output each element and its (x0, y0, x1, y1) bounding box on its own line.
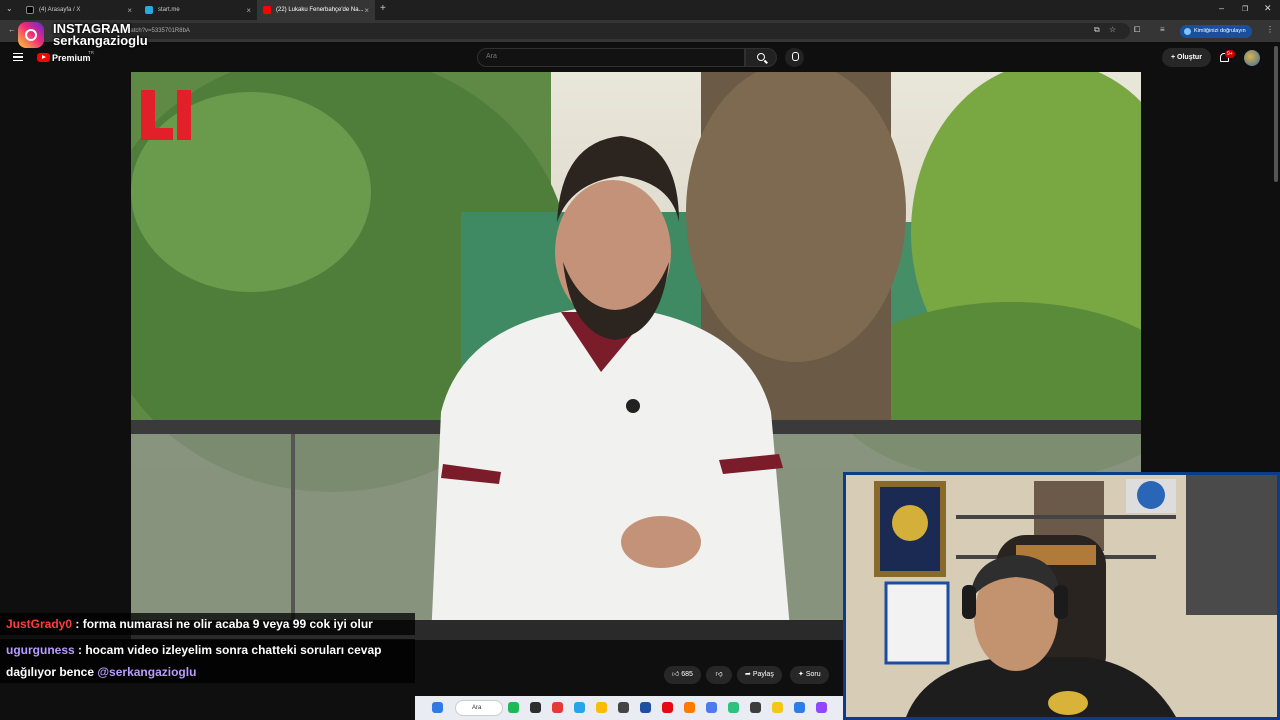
page-scrollbar[interactable] (1274, 46, 1278, 182)
chat-mention: @serkangazioglu (97, 665, 197, 679)
youtube-premium-label[interactable]: Premium (52, 53, 91, 63)
thumbs-down-icon: 👎︎ (715, 671, 723, 678)
taskbar-search[interactable]: Ara (455, 700, 503, 716)
chat-text: : forma numarasi ne olir acaba 9 veya 99… (72, 617, 373, 631)
whatsapp-icon[interactable] (508, 702, 519, 713)
chat-username: ugurguness (6, 643, 75, 657)
install-icon[interactable]: ⧉ (1094, 25, 1100, 35)
create-button[interactable]: + Oluştur (1162, 48, 1211, 67)
webcam-frame (846, 475, 1277, 717)
close-window-icon[interactable]: ✕ (1264, 3, 1272, 14)
tab-x[interactable]: (4) Arasayfa / X × (20, 0, 138, 20)
region-label: TR (88, 50, 94, 55)
share-icon: ➦ (745, 671, 753, 678)
omnibox[interactable] (60, 23, 1130, 39)
app-icon[interactable] (640, 702, 651, 713)
verify-identity-button[interactable]: Kimliğinizi doğrulayın (1180, 25, 1252, 38)
sparkle-icon: ✦ (798, 671, 806, 678)
app-icon[interactable] (618, 702, 629, 713)
youtube-favicon-icon (263, 6, 271, 14)
ask-label: Soru (805, 671, 821, 678)
search-placeholder: Ara (486, 53, 497, 60)
ask-button[interactable]: ✦ Soru (790, 666, 829, 684)
telegram-icon[interactable] (574, 702, 585, 713)
instagram-overlay-username: serkangazioglu (53, 33, 148, 48)
browser-tab-strip: ⌄ (4) Arasayfa / X × start.me × (22) Luk… (0, 0, 1280, 20)
voice-search-microphone-icon[interactable] (785, 48, 804, 67)
notification-badge: 9+ (1225, 50, 1235, 58)
tab-search-icon[interactable]: ⌄ (6, 4, 13, 13)
thumbs-up-icon: 👍︎ (672, 671, 682, 678)
like-button[interactable]: 👍︎ 685 (664, 666, 701, 684)
share-button[interactable]: ➦ Paylaş (737, 666, 782, 684)
netflix-icon[interactable] (662, 702, 673, 713)
chat-username: JustGrady0 (6, 617, 73, 631)
close-tab-icon[interactable]: × (127, 6, 132, 15)
bookmark-star-icon[interactable]: ☆ (1109, 25, 1116, 34)
extensions-icon[interactable]: ⧠ (1134, 25, 1140, 35)
webcam-overlay (843, 472, 1280, 720)
share-label: Paylaş (752, 671, 774, 678)
windows-start-icon[interactable] (432, 702, 443, 713)
app-icon[interactable] (552, 702, 563, 713)
instagram-logo-icon (18, 22, 44, 48)
close-tab-icon[interactable]: × (364, 6, 369, 15)
vlc-icon[interactable] (684, 702, 695, 713)
app-icon[interactable] (530, 702, 541, 713)
address-bar-row: ← youtube.com/watch?v=5335701R8bA ⧉ ☆ ⧠ … (0, 20, 1280, 42)
chrome-icon[interactable] (596, 702, 607, 713)
chat-text: dağılıyor bence (6, 665, 98, 679)
tab-label: (4) Arasayfa / X (39, 7, 81, 13)
tab-label: start.me (158, 7, 180, 13)
search-icon (757, 53, 765, 61)
account-avatar[interactable] (1244, 50, 1260, 66)
dislike-button[interactable]: 👎︎ (706, 666, 732, 684)
app-icon[interactable] (728, 702, 739, 713)
like-count: 685 (681, 671, 693, 678)
tab-label: (22) Lukaku Fenerbahçe'de Na... (276, 7, 364, 13)
app-icon[interactable] (706, 702, 717, 713)
tab-startme[interactable]: start.me × (139, 0, 257, 20)
maximize-icon[interactable]: ❐ (1242, 5, 1248, 13)
tab-youtube[interactable]: (22) Lukaku Fenerbahçe'de Na... × (257, 0, 375, 20)
startme-favicon-icon (145, 6, 153, 14)
chat-text: : hocam video izleyelim sonra chatteki s… (74, 643, 382, 657)
youtube-header: Premium TR Ara + Oluştur 9+ (0, 42, 1280, 72)
minimize-icon[interactable]: – (1219, 3, 1224, 13)
app-icon[interactable] (816, 702, 827, 713)
close-tab-icon[interactable]: × (246, 6, 251, 15)
chat-message: ugurguness : hocam video izleyelim sonra… (0, 639, 415, 661)
media-icon[interactable]: ≡ (1160, 25, 1165, 34)
youtube-logo-icon[interactable] (37, 53, 50, 62)
app-icon[interactable] (750, 702, 761, 713)
taskbar-search-label: Ara (472, 705, 482, 711)
chat-message: dağılıyor bence @serkangazioglu (0, 661, 415, 683)
app-icon[interactable] (794, 702, 805, 713)
new-tab-icon[interactable]: + (380, 3, 386, 14)
browser-menu-icon[interactable]: ⋮ (1266, 25, 1274, 34)
search-button[interactable] (745, 48, 777, 67)
back-icon[interactable]: ← (8, 25, 16, 34)
search-input[interactable]: Ara (477, 48, 745, 67)
hamburger-menu-icon[interactable] (13, 53, 23, 61)
file-explorer-icon[interactable] (772, 702, 783, 713)
x-favicon-icon (26, 6, 34, 14)
chat-message: JustGrady0 : forma numarasi ne olir acab… (0, 613, 415, 635)
